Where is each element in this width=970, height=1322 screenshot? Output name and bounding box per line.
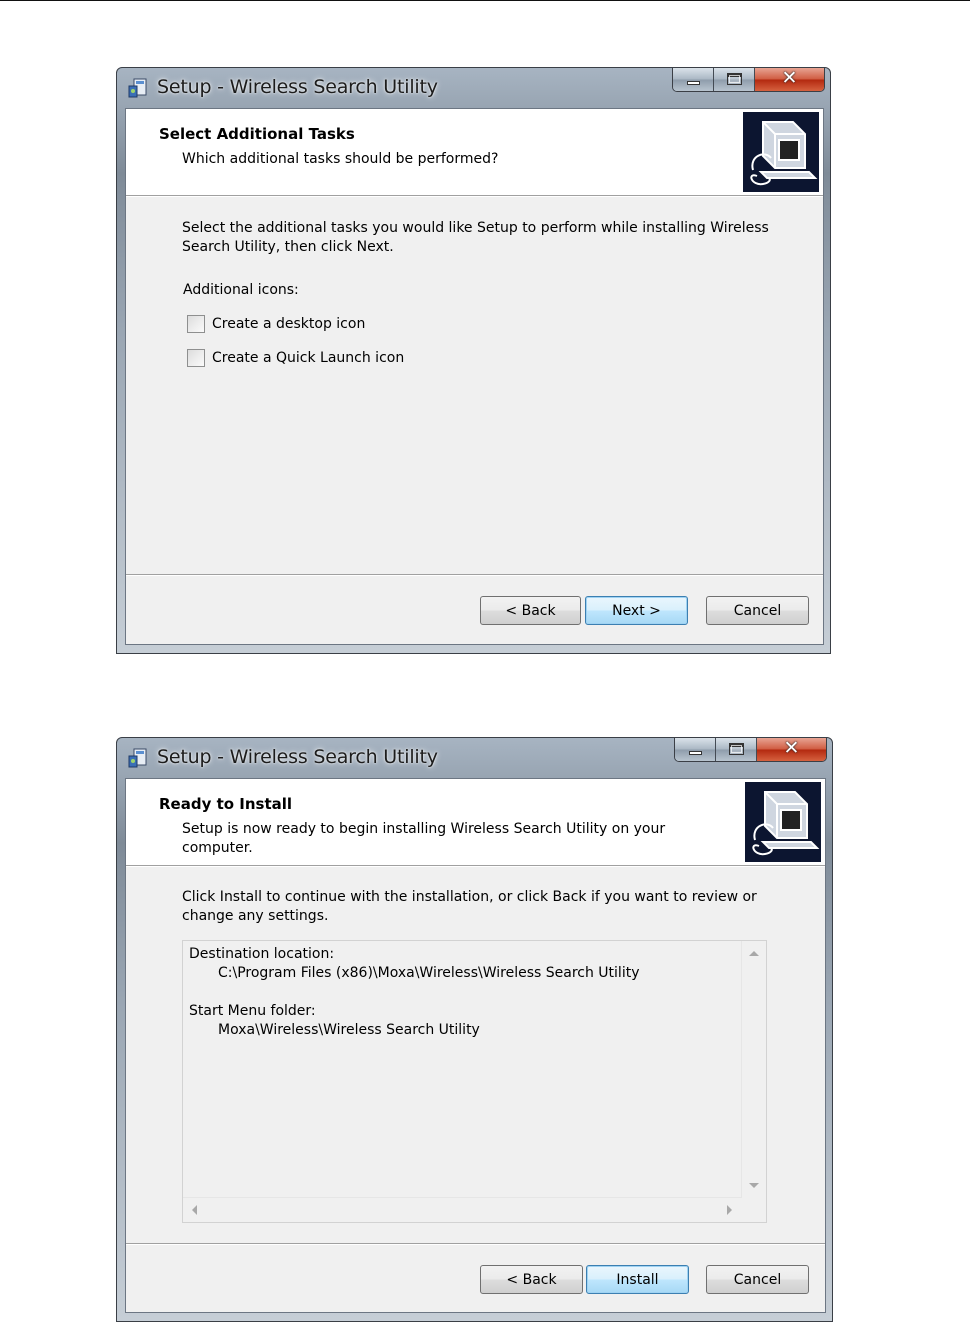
desktop-icon-checkbox-label[interactable]: Create a desktop icon [212,316,365,332]
additional-icons-label: Additional icons: [183,282,299,298]
checkbox-row-quick-launch-icon[interactable]: Create a Quick Launch icon [187,349,404,367]
minimize-button[interactable] [673,68,714,91]
start-menu-label: Start Menu folder: [189,1003,316,1019]
instruction-text: Select the additional tasks you would li… [182,220,769,255]
vertical-scrollbar[interactable] [741,941,766,1198]
page-title: Ready to Install [159,795,293,813]
close-button[interactable]: ✕ [757,738,826,761]
page-title: Select Additional Tasks [159,125,355,143]
window-title: Setup - Wireless Search Utility [157,746,438,768]
button-area-separator [126,574,823,576]
quick-launch-checkbox[interactable] [187,349,205,367]
maximize-button[interactable] [716,738,757,761]
close-button[interactable]: ✕ [755,68,824,91]
quick-launch-checkbox-label[interactable]: Create a Quick Launch icon [212,350,404,366]
start-menu-value: Moxa\Wireless\Wireless Search Utility [218,1022,480,1038]
page-subtitle: Which additional tasks should be perform… [182,151,499,167]
back-button[interactable]: < Back [480,596,581,625]
wizard-computer-image [743,112,819,192]
setup-window-select-tasks: Setup - Wireless Search Utility ✕ Select… [116,67,831,654]
setup-window-ready-to-install: Setup - Wireless Search Utility ✕ Ready … [116,737,833,1322]
next-button[interactable]: Next > [585,596,688,625]
install-button[interactable]: Install [586,1265,689,1294]
close-icon: ✕ [781,68,798,89]
destination-value: C:\Program Files (x86)\Moxa\Wireless\Wir… [218,965,640,981]
close-icon: ✕ [783,738,800,759]
wizard-header: Select Additional Tasks Which additional… [126,109,823,197]
caption-buttons: ✕ [674,738,827,762]
summary-text: Destination location: C:\Program Files (… [189,945,639,1040]
cancel-button[interactable]: Cancel [706,596,809,625]
wizard-header: Ready to Install Setup is now ready to b… [126,779,825,867]
install-summary-memo[interactable]: Destination location: C:\Program Files (… [182,940,767,1223]
checkbox-row-desktop-icon[interactable]: Create a desktop icon [187,315,365,333]
title-bar[interactable]: Setup - Wireless Search Utility ✕ [117,738,832,778]
wizard-client-area: Ready to Install Setup is now ready to b… [125,778,826,1313]
minimize-icon [689,751,702,755]
scroll-right-icon[interactable] [727,1205,732,1215]
scroll-up-icon[interactable] [749,951,759,956]
maximize-button[interactable] [714,68,755,91]
setup-app-icon [128,748,147,768]
caption-buttons: ✕ [672,68,825,92]
cancel-button[interactable]: Cancel [706,1265,809,1294]
maximize-icon [729,743,744,755]
scroll-down-icon[interactable] [749,1183,759,1188]
wizard-client-area: Select Additional Tasks Which additional… [125,108,824,645]
desktop-icon-checkbox[interactable] [187,315,205,333]
horizontal-scrollbar[interactable] [183,1197,742,1222]
page-subtitle: Setup is now ready to begin installing W… [182,821,666,856]
destination-label: Destination location: [189,946,335,962]
scroll-left-icon[interactable] [192,1205,197,1215]
title-bar[interactable]: Setup - Wireless Search Utility ✕ [117,68,830,108]
instruction-text: Click Install to continue with the insta… [182,889,757,924]
button-area-separator [126,1243,825,1245]
window-title: Setup - Wireless Search Utility [157,76,438,98]
wizard-computer-image [745,782,821,862]
back-button[interactable]: < Back [480,1265,583,1294]
minimize-icon [687,81,700,85]
minimize-button[interactable] [675,738,716,761]
page-top-rule [0,0,970,1]
maximize-icon [727,73,742,85]
setup-app-icon [128,78,147,98]
